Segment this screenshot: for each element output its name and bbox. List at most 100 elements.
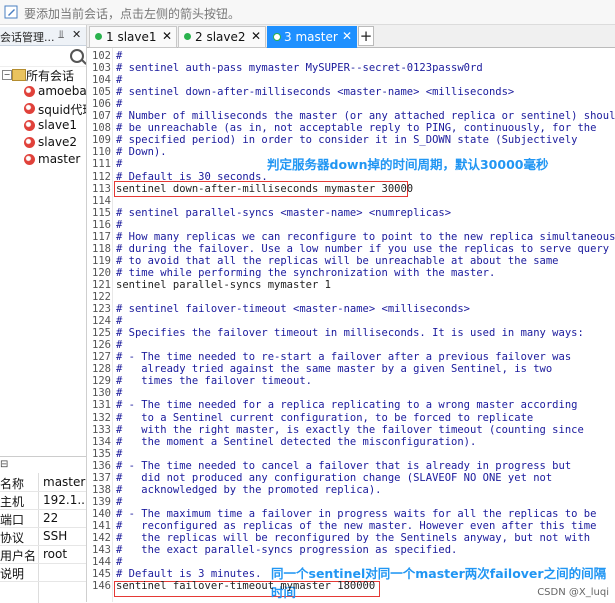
line-number: 119 [92,254,111,267]
code-line: # [116,556,123,569]
tab-slave1[interactable]: 1 slave1 ✕ [89,26,177,48]
line-number: 128 [92,363,111,376]
line-number: 124 [92,315,111,328]
line-number: 109 [92,134,111,147]
property-value: 192.1... [43,493,86,507]
annotation-down-after: 判定服务器down掉的时间周期，默认30000毫秒 [267,157,549,172]
line-number: 107 [92,110,111,123]
session-tree-item[interactable]: master [22,152,86,168]
folder-icon [12,69,26,81]
connected-icon [273,33,281,41]
session-tree-label: slave2 [38,135,78,149]
connected-icon [95,33,102,40]
session-tree-label: amoeba [38,84,86,98]
session-icon [24,137,35,148]
line-number: 143 [92,544,111,557]
line-number: 129 [92,375,111,388]
close-tab-icon[interactable]: ✕ [251,29,261,43]
info-hint: 要添加当前会话，点击左侧的箭头按钮。 [24,7,241,21]
line-number: 122 [92,291,111,303]
session-tree-label: master [38,152,81,166]
close-tab-icon[interactable]: ✕ [342,29,352,43]
line-number: 114 [92,194,111,207]
line-number: 145 [92,568,111,581]
code-line: # acknowledged by the promoted replica). [116,483,382,496]
property-key: 协议 [0,531,25,545]
session-icon [24,103,35,114]
property-key: 用户名 [0,549,37,563]
session-tree-label: slave1 [38,118,78,132]
line-number: 137 [92,471,111,484]
new-tab-button[interactable]: + [358,26,374,46]
tab-master[interactable]: 3 master ✕ [267,26,357,48]
session-search[interactable] [0,46,86,67]
line-number: 102 [92,50,111,62]
collapse-icon[interactable]: ⊟ [0,459,8,470]
code-line: # with the right master, is exactly the … [116,423,584,436]
code-line: # - The time needed to re-start a failov… [116,351,572,364]
session-tree-item[interactable]: slave2 [22,135,86,151]
code-line: # [116,218,123,231]
property-value: 22 [43,511,59,525]
property-value: SSH [43,529,68,543]
collapse-icon[interactable]: − [2,70,12,80]
pin-icon[interactable]: ⫫ [58,28,64,42]
line-number: 104 [92,74,111,87]
search-icon[interactable] [70,49,84,63]
tab-bar: 1 slave1 ✕ 2 slave2 ✕ 3 master ✕ + [87,25,615,48]
code-line: # to a Sentinel current configuration, t… [116,411,534,424]
line-number: 126 [92,339,111,352]
property-row: 名称 master [0,473,86,492]
property-key: 主机 [0,495,25,509]
tab-label: 1 slave1 [106,30,157,44]
close-tab-icon[interactable]: ✕ [162,29,172,43]
line-number: 133 [92,423,111,436]
line-number: 127 [92,351,111,364]
property-row: 用户名 root [0,545,86,564]
session-tree: − 所有会话amoeba squid代理slave1 slave2 master [0,66,86,446]
code-line: # Default is 3 minutes. [116,568,262,581]
line-number: 140 [92,507,111,520]
line-number: 116 [92,218,111,231]
code-line: # Specifies the failover timeout in mill… [116,327,584,340]
line-number: 113 [92,182,111,195]
property-key: 说明 [0,567,25,581]
line-number: 112 [92,170,111,183]
code-line: # [116,339,123,352]
session-manager-header: 会话管理... ⫫ ✕ [0,27,86,46]
code-editor[interactable]: 判定服务器down掉的时间周期，默认30000毫秒 同一个sentinel对同一… [87,48,615,602]
code-line: # be unreachable (as in, not acceptable … [116,122,597,135]
line-number: 146 [92,580,111,593]
session-tree-label: squid代理 [38,103,86,117]
close-icon[interactable]: ✕ [72,28,81,41]
line-number: 136 [92,459,111,472]
line-number: 125 [92,327,111,340]
code-line: # times the failover timeout. [116,375,312,388]
session-manager-title: 会话管理... [0,31,55,44]
session-tree-item[interactable]: slave1 [22,118,86,134]
connected-icon [184,33,191,40]
property-row: 说明 [0,563,86,582]
tab-label: 3 master [284,30,338,44]
code-line: # specified period) in order to consider… [116,134,578,147]
line-number: 110 [92,146,111,159]
line-number: 118 [92,242,111,255]
line-number: 115 [92,206,111,219]
property-row: 协议 SSH [0,527,86,546]
session-icon [24,120,35,131]
line-number: 120 [92,266,111,279]
session-tree-item[interactable]: − 所有会话 [2,67,86,83]
session-icon [24,154,35,165]
code-line: # sentinel failover-timeout <master-name… [116,303,471,316]
line-number: 131 [92,399,111,412]
watermark: CSDN @X_luqi [537,587,609,598]
session-tree-item[interactable]: amoeba [22,84,86,100]
session-tree-label: 所有会话 [26,69,75,83]
session-tree-item[interactable]: squid代理 [22,101,86,117]
property-key: 端口 [0,513,25,527]
tab-slave2[interactable]: 2 slave2 ✕ [178,26,266,48]
property-row: 端口 22 [0,509,86,528]
info-bar: 要添加当前会话，点击左侧的箭头按钮。 [0,0,615,25]
tab-label: 2 slave2 [195,30,246,44]
code-line: sentinel parallel-syncs mymaster 1 [116,278,331,291]
